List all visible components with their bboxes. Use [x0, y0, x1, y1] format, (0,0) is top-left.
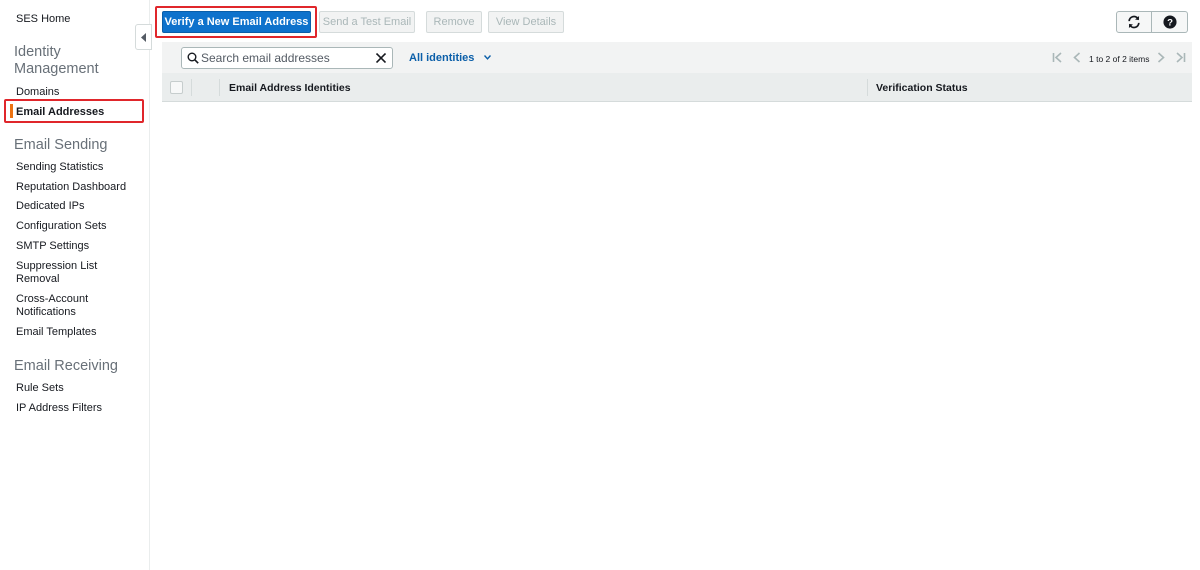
nav-rule-sets[interactable]: Rule Sets	[16, 382, 64, 395]
refresh-button[interactable]	[1116, 11, 1152, 33]
column-header-email-identities[interactable]: Email Address Identities	[229, 82, 351, 94]
caret-left-icon	[141, 33, 146, 42]
nav-email-templates[interactable]: Email Templates	[16, 326, 97, 339]
nav-suppression-list-line2[interactable]: Removal	[16, 273, 59, 286]
nav-cross-account-line2[interactable]: Notifications	[16, 306, 76, 319]
nav-reputation-dashboard[interactable]: Reputation Dashboard	[16, 181, 126, 194]
nav-dedicated-ips[interactable]: Dedicated IPs	[16, 200, 84, 213]
column-divider	[219, 79, 220, 96]
send-test-email-button[interactable]: Send a Test Email	[319, 11, 415, 33]
pagination-text: 1 to 2 of 2 items	[1089, 54, 1150, 64]
identity-filter-label: All identities	[409, 52, 475, 64]
sidebar: SES Home Identity Management Domains Ema…	[0, 0, 150, 570]
search-box	[181, 47, 393, 69]
table-header: Email Address Identities Verification St…	[162, 73, 1192, 102]
nav-email-addresses[interactable]: Email Addresses	[4, 99, 144, 123]
section-identity-management-line1: Identity	[14, 44, 61, 60]
clear-search-icon[interactable]	[376, 53, 386, 63]
collapse-sidebar-button[interactable]	[135, 24, 152, 50]
view-details-button[interactable]: View Details	[488, 11, 564, 33]
remove-button[interactable]: Remove	[426, 11, 482, 33]
section-email-sending: Email Sending	[14, 137, 108, 153]
help-button[interactable]: ?	[1152, 11, 1188, 33]
active-indicator	[10, 104, 13, 118]
nav-smtp-settings[interactable]: SMTP Settings	[16, 240, 89, 253]
chevron-down-icon	[484, 55, 492, 60]
table-toolbar: All identities 1 to 2 of 2 items	[162, 42, 1192, 73]
previous-page-icon[interactable]	[1073, 52, 1081, 63]
section-email-receiving: Email Receiving	[14, 358, 118, 374]
nav-domains[interactable]: Domains	[16, 86, 59, 99]
next-page-icon[interactable]	[1157, 52, 1165, 63]
nav-suppression-list-line1[interactable]: Suppression List	[16, 260, 97, 273]
nav-cross-account-line1[interactable]: Cross-Account	[16, 293, 88, 306]
identity-filter-dropdown[interactable]: All identities	[409, 52, 492, 64]
section-identity-management-line2: Management	[14, 61, 99, 77]
column-divider	[191, 79, 192, 96]
column-header-verification-status[interactable]: Verification Status	[876, 82, 968, 94]
select-all-checkbox[interactable]	[170, 81, 183, 94]
first-page-icon[interactable]	[1052, 52, 1063, 63]
nav-ip-address-filters[interactable]: IP Address Filters	[16, 402, 102, 415]
help-icon: ?	[1162, 15, 1177, 29]
nav-sending-statistics[interactable]: Sending Statistics	[16, 161, 103, 174]
main-content: Verify a New Email Address Send a Test E…	[155, 0, 1200, 570]
nav-ses-home[interactable]: SES Home	[16, 13, 70, 26]
svg-text:?: ?	[1167, 18, 1173, 29]
search-input[interactable]	[201, 50, 371, 66]
column-divider	[867, 79, 868, 96]
last-page-icon[interactable]	[1175, 52, 1186, 63]
verify-email-button[interactable]: Verify a New Email Address	[162, 11, 311, 33]
nav-configuration-sets[interactable]: Configuration Sets	[16, 220, 107, 233]
search-icon	[187, 52, 199, 64]
nav-email-addresses-label: Email Addresses	[16, 106, 105, 118]
refresh-icon	[1128, 15, 1140, 29]
